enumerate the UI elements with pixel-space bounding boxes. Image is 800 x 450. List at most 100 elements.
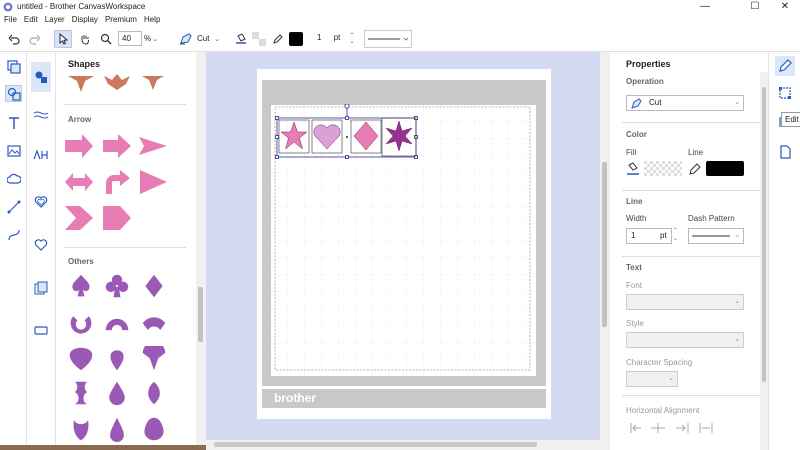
line-width-input[interactable]: 1 pt — [314, 31, 348, 46]
fill-icon[interactable] — [233, 30, 249, 48]
menu-edit[interactable]: Edit — [24, 15, 38, 24]
font-label: Font — [626, 281, 643, 290]
undo-icon[interactable] — [5, 30, 23, 48]
shape-drop[interactable] — [102, 346, 132, 372]
shape-shield[interactable] — [66, 346, 96, 372]
selected-shapes-group[interactable] — [274, 104, 422, 162]
shape-leaf[interactable] — [139, 380, 169, 406]
app-icon — [3, 2, 13, 11]
menu-layer[interactable]: Layer — [45, 15, 65, 24]
menu-premium[interactable]: Premium — [105, 15, 137, 24]
shape-arrow-curve[interactable] — [102, 169, 132, 195]
line-pen-icon[interactable] — [270, 30, 286, 48]
shape-bowl[interactable] — [66, 416, 96, 442]
fill-color-swatch[interactable] — [644, 161, 682, 176]
borders-category-icon[interactable] — [31, 105, 51, 125]
font-select[interactable]: ⌄ — [626, 294, 744, 310]
alignment-buttons[interactable] — [630, 423, 730, 433]
scrollbar-thumb[interactable] — [214, 442, 537, 447]
operation-dropdown-icon[interactable]: ⌄ — [212, 30, 222, 48]
shape-egg[interactable] — [139, 416, 169, 442]
menu-display[interactable]: Display — [72, 15, 98, 24]
shape-notched[interactable] — [66, 380, 96, 406]
shape-arrow-down[interactable] — [66, 72, 96, 98]
dash-pattern-select[interactable] — [364, 30, 412, 48]
zoom-dropdown-icon[interactable]: ⌄ — [150, 30, 160, 48]
shapes-tool-icon[interactable] — [5, 85, 22, 102]
text-tool-icon[interactable] — [5, 114, 22, 131]
color-swatch-icon[interactable] — [251, 30, 267, 48]
minimize-button[interactable]: — — [692, 0, 718, 13]
pattern-category-icon[interactable] — [31, 278, 51, 298]
page-icon[interactable] — [775, 142, 795, 162]
select-icon[interactable] — [54, 30, 72, 48]
title-bar: untitled - Brother CanvasWorkspace — [0, 0, 800, 13]
menu-help[interactable]: Help — [144, 15, 160, 24]
properties-scrollbar[interactable] — [760, 72, 768, 450]
scrollbar-thumb[interactable] — [762, 87, 766, 382]
line-width-value: 1 — [317, 33, 322, 42]
label-category-icon[interactable] — [31, 320, 51, 340]
shape-arrow-dart[interactable] — [138, 133, 168, 159]
shape-teardrop[interactable] — [102, 380, 132, 406]
maximize-button[interactable]: ☐ — [742, 0, 768, 13]
close-button[interactable]: ✕ — [772, 0, 798, 13]
character-spacing-field[interactable]: ⌄ — [626, 371, 678, 387]
fill-icon[interactable] — [626, 162, 640, 176]
shape-arrow-notch[interactable] — [102, 133, 132, 159]
shape-ring-open[interactable] — [66, 311, 96, 337]
text-section-label: Text — [626, 263, 642, 272]
letters-category-icon[interactable] — [31, 145, 51, 165]
zoom-input[interactable]: 40 — [118, 31, 142, 46]
basic-shapes-category-icon[interactable] — [31, 62, 51, 92]
heart-frame-category-icon[interactable] — [31, 192, 51, 212]
pan-icon[interactable] — [76, 30, 94, 48]
shape-fan[interactable] — [139, 311, 169, 337]
shape-triangle-right[interactable] — [138, 169, 168, 195]
shapes-panel-title: Shapes — [68, 59, 101, 69]
canvas-area[interactable]: brother — [206, 52, 610, 440]
line-tool-icon[interactable] — [5, 198, 22, 215]
shape-diamond[interactable] — [139, 273, 169, 299]
shape-arch[interactable] — [102, 311, 132, 337]
redo-icon[interactable] — [26, 30, 44, 48]
canvas-vertical-scrollbar[interactable] — [600, 52, 610, 440]
operation-value[interactable]: Cut — [197, 34, 209, 43]
scrollbar-thumb[interactable] — [602, 162, 607, 327]
pen-icon[interactable] — [177, 30, 195, 48]
line-color-swatch[interactable] — [288, 30, 304, 48]
curve-tool-icon[interactable] — [5, 226, 22, 243]
line-pen-icon[interactable] — [688, 162, 702, 176]
shape-arrow-double[interactable] — [64, 169, 94, 195]
line-width-stepper[interactable]: ⌃ ⌄ — [673, 227, 681, 245]
line-width-field[interactable]: 1 pt — [626, 228, 672, 244]
shape-quarter-fan[interactable] — [139, 346, 169, 372]
line-width-stepper[interactable]: ⌃ ⌄ — [348, 30, 356, 48]
cloud-icon[interactable] — [5, 170, 22, 187]
canvas-horizontal-scrollbar[interactable] — [206, 440, 610, 450]
layers-icon[interactable] — [5, 58, 22, 75]
shape-chevron[interactable] — [64, 205, 94, 231]
heart-category-icon[interactable] — [31, 235, 51, 255]
operation-select[interactable]: Cut ⌄ — [626, 95, 744, 111]
image-trace-icon[interactable] — [5, 142, 22, 159]
operation-select-value: Cut — [649, 98, 662, 107]
menu-file[interactable]: File — [4, 15, 17, 24]
shape-spade[interactable] — [66, 273, 96, 299]
shape-drop-2[interactable] — [102, 416, 132, 442]
zoom-icon[interactable] — [97, 30, 115, 48]
edit-properties-icon[interactable] — [775, 56, 795, 76]
shapes-panel-scrollbar[interactable] — [196, 52, 206, 450]
shape-club[interactable] — [102, 273, 132, 299]
shape-pentagon-arrow[interactable] — [102, 205, 132, 231]
shape-burst[interactable] — [102, 72, 132, 98]
scrollbar-thumb[interactable] — [198, 287, 203, 342]
color-label: Color — [626, 130, 647, 139]
style-select[interactable]: ⌄ — [626, 332, 744, 348]
divider — [622, 190, 762, 191]
transform-icon[interactable] — [775, 83, 795, 103]
dash-pattern-select[interactable]: ⌄ — [688, 228, 744, 244]
shape-arrow-block[interactable] — [64, 133, 94, 159]
line-color-swatch[interactable] — [706, 161, 744, 176]
shape-arrow-down-2[interactable] — [138, 72, 168, 98]
